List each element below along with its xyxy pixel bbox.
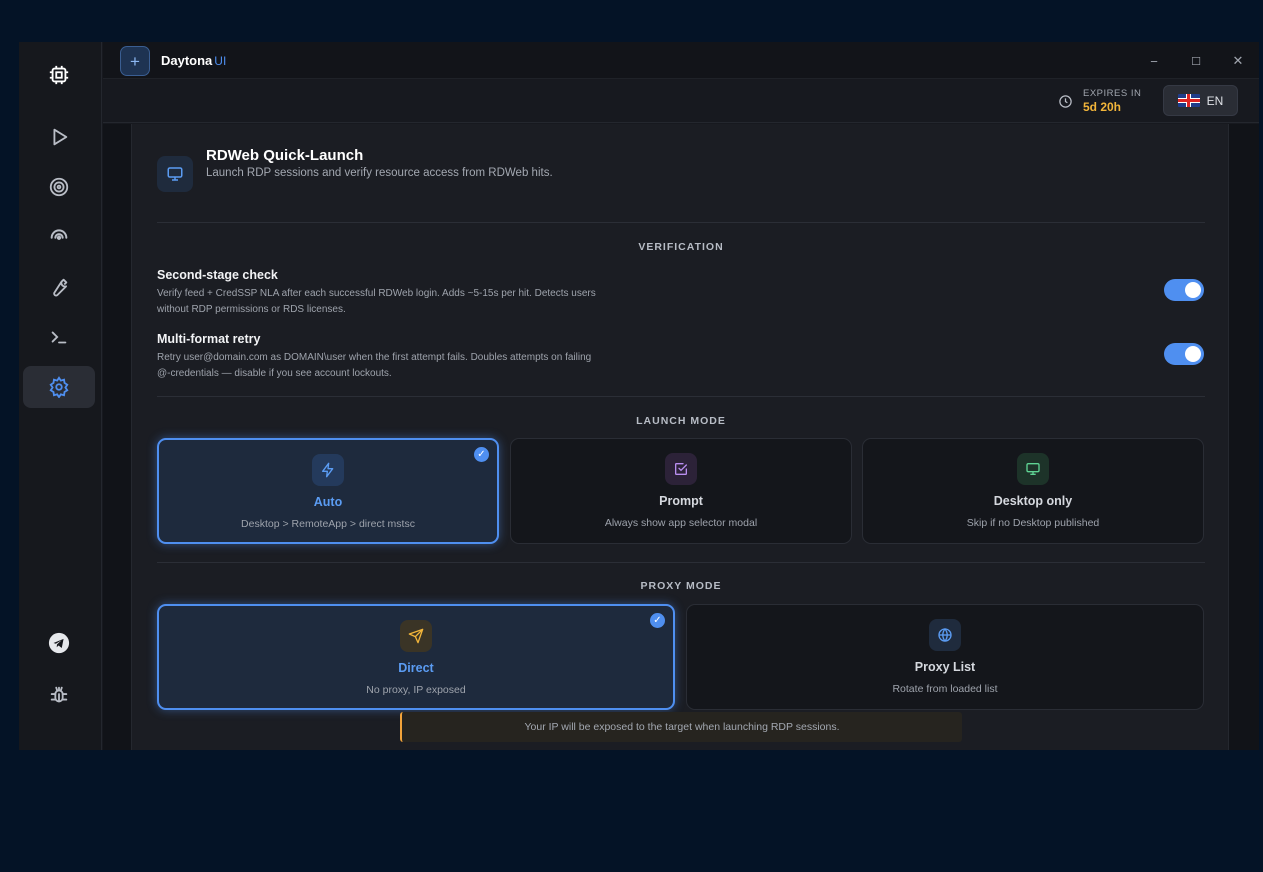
main-content: RDWeb Quick-Launch Launch RDP sessions a… [103,124,1259,750]
play-icon[interactable] [23,116,95,158]
title-bar: + Daytona UI − ☐ ✕ [103,42,1259,79]
page-title: RDWeb Quick-Launch [206,147,364,164]
maximize-button[interactable]: ☐ [1186,51,1206,71]
monitor-icon [157,156,193,192]
language-button[interactable]: EN [1163,85,1238,116]
expires-label: EXPIRES IN [1083,88,1142,99]
checkbox-icon [665,453,697,485]
option-description: Retry user@domain.com as DOMAIN\user whe… [157,352,592,379]
send-icon [400,620,432,652]
expires-indicator: EXPIRES IN 5d 20h [1058,88,1141,114]
card-title: Auto [313,495,343,509]
toggle-knob [1185,346,1201,362]
sidebar [19,42,102,750]
launch-mode-desktop-only-card[interactable]: Desktop only Skip if no Desktop publishe… [862,438,1204,544]
clock-icon [1059,94,1072,108]
card-title: Desktop only [993,494,1073,508]
card-subtitle: Rotate from loaded list [892,683,998,695]
app-name-suffix: UI [214,54,227,68]
option-title: Second-stage check [157,268,278,282]
option-description: Verify feed + CredSSP NLA after each suc… [157,288,596,315]
terminal-icon[interactable] [23,316,95,358]
language-label: EN [1206,93,1224,108]
card-title: Proxy List [914,660,976,674]
new-tab-button[interactable]: + [120,46,150,76]
proxy-mode-direct-card[interactable]: Direct No proxy, IP exposed ✓ [157,604,675,710]
divider [157,222,1205,223]
check-icon: ✓ [650,613,665,628]
globe-icon [929,619,961,651]
card-subtitle: Desktop > RemoteApp > direct mstsc [241,518,415,530]
bolt-icon [312,454,344,486]
app-window: + Daytona UI − ☐ ✕ EXPIRES IN 5d 20h EN R… [19,42,1259,750]
card-subtitle: Skip if no Desktop published [966,517,1100,529]
wrench-icon[interactable] [23,266,95,308]
launch-mode-prompt-card[interactable]: Prompt Always show app selector modal [510,438,852,544]
proxy-mode-proxy-list-card[interactable]: Proxy List Rotate from loaded list [686,604,1204,710]
option-title: Multi-format retry [157,332,261,346]
monitor-icon [1017,453,1049,485]
cpu-icon[interactable] [23,54,95,96]
divider [157,562,1205,563]
card-subtitle: No proxy, IP exposed [366,684,466,696]
section-label-launch-mode: LAUNCH MODE [636,415,726,427]
card-subtitle: Always show app selector modal [604,517,758,529]
signal-icon[interactable] [23,214,95,256]
bug-icon[interactable] [23,674,95,716]
close-button[interactable]: ✕ [1228,51,1248,71]
check-icon: ✓ [474,447,489,462]
section-label-proxy-mode: PROXY MODE [640,580,722,592]
ip-exposure-warning: Your IP will be exposed to the target wh… [400,712,962,742]
second-stage-check-toggle[interactable] [1164,279,1204,301]
uk-flag-icon [1177,94,1200,107]
toggle-knob [1185,282,1201,298]
launch-mode-auto-card[interactable]: Auto Desktop > RemoteApp > direct mstsc … [157,438,499,544]
target-icon[interactable] [23,166,95,208]
divider [157,396,1205,397]
minimize-button[interactable]: − [1144,51,1164,71]
multi-format-retry-toggle[interactable] [1164,343,1204,365]
app-name: Daytona [161,53,213,68]
gear-icon[interactable] [23,366,95,408]
expires-value: 5d 20h [1083,100,1122,114]
card-title: Prompt [659,494,703,508]
app-title: Daytona UI [161,53,226,68]
telegram-icon[interactable] [23,622,95,664]
section-label-verification: VERIFICATION [638,241,724,253]
card-title: Direct [398,661,434,675]
page-subtitle: Launch RDP sessions and verify resource … [206,167,553,179]
settings-panel: RDWeb Quick-Launch Launch RDP sessions a… [131,124,1229,750]
top-bar: EXPIRES IN 5d 20h EN [103,79,1259,123]
